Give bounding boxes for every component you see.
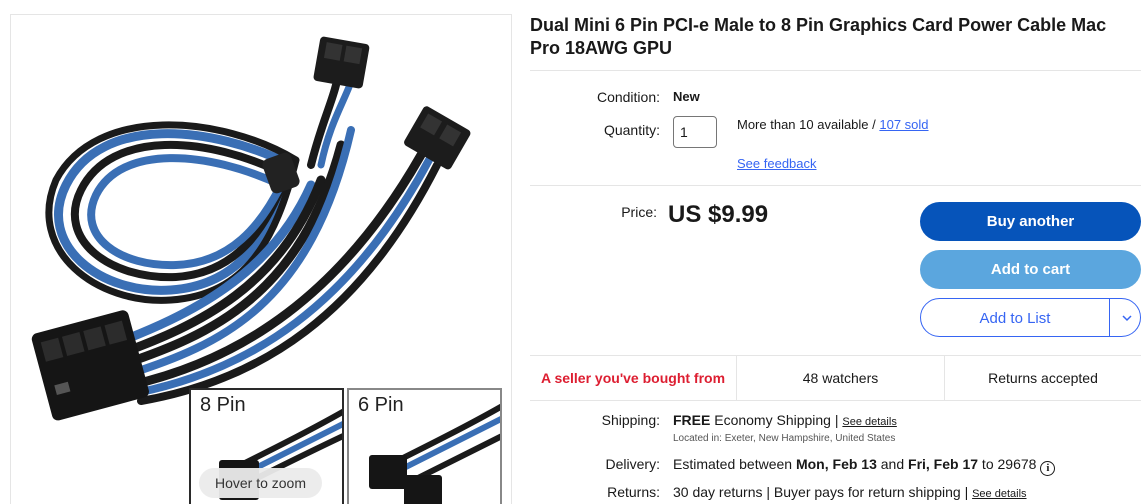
returns-text: 30 day returns | Buyer pays for return s… (673, 484, 973, 500)
thumbnail-label: 8 Pin (200, 394, 246, 416)
stats-bar: A seller you've bought from 48 watchers … (530, 355, 1141, 401)
watchers-count: 48 watchers (736, 356, 944, 400)
divider (530, 185, 1141, 186)
condition-value: New (673, 89, 700, 104)
thumbnail-label: 6 Pin (358, 394, 404, 416)
add-to-cart-button[interactable]: Add to cart (920, 250, 1141, 289)
thumbnail-6pin[interactable]: 6 Pin (347, 388, 502, 504)
price-value: US $9.99 (668, 201, 769, 228)
shipping-free: FREE (673, 412, 711, 428)
quantity-label: Quantity: (603, 122, 660, 138)
shipping-label: Shipping: (601, 412, 660, 428)
price-label: Price: (621, 204, 657, 220)
see-feedback-link[interactable]: See feedback (737, 156, 817, 171)
shipping-info: FREE Economy Shipping | See details (673, 412, 897, 428)
quantity-input[interactable] (673, 116, 717, 148)
product-image-panel[interactable]: 8 Pin 6 Pin Hover to zoom (10, 14, 512, 504)
delivery-zip: to 29678 (978, 456, 1037, 472)
returns-see-details-link[interactable]: See details (972, 488, 1026, 500)
delivery-and: and (876, 456, 909, 472)
delivery-end-date: Fri, Feb 17 (908, 456, 979, 472)
shipping-see-details-link[interactable]: See details (842, 416, 896, 428)
returns-accepted: Returns accepted (944, 356, 1141, 400)
seller-badge: A seller you've bought from (540, 370, 726, 386)
button-separator (1109, 299, 1110, 336)
info-icon[interactable]: i (1040, 461, 1056, 476)
delivery-prefix: Estimated between (673, 456, 796, 472)
delivery-start-date: Mon, Feb 13 (795, 456, 877, 472)
product-title: Dual Mini 6 Pin PCI-e Male to 8 Pin Grap… (530, 15, 1107, 58)
add-to-list-label: Add to List (979, 310, 1051, 327)
sold-link[interactable]: 107 sold (879, 117, 928, 132)
availability-text: More than 10 available / 107 sold (737, 117, 929, 132)
hover-to-zoom-hint: Hover to zoom (199, 468, 322, 498)
availability-count: More than 10 available / (737, 117, 880, 132)
item-location: Located in: Exeter, New Hampshire, Unite… (673, 433, 896, 444)
shipping-method: Economy Shipping | (710, 412, 843, 428)
divider (530, 70, 1141, 71)
buy-another-button[interactable]: Buy another (920, 202, 1141, 241)
returns-info: 30 day returns | Buyer pays for return s… (673, 484, 1027, 500)
condition-label: Condition: (596, 89, 660, 105)
delivery-label: Delivery: (605, 456, 660, 472)
add-to-list-button[interactable]: Add to List (920, 298, 1141, 337)
returns-label: Returns: (607, 484, 660, 500)
chevron-down-icon[interactable] (1121, 299, 1133, 354)
delivery-estimate: Estimated between Mon, Feb 13 and Fri, F… (673, 456, 1056, 476)
